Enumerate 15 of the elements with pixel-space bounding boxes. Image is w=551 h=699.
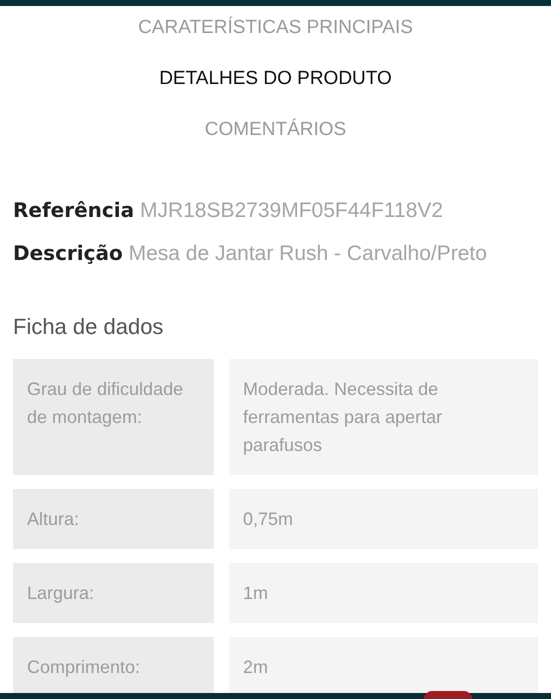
tab[interactable]: COMENTÁRIOS xyxy=(204,118,346,142)
table-cell: 0,75m xyxy=(229,489,538,549)
table-cell: 1m xyxy=(229,563,538,623)
floating-button[interactable] xyxy=(424,691,472,699)
table-cell: Largura: xyxy=(13,563,214,623)
field-label: Referência xyxy=(13,198,134,222)
tab[interactable]: DETALHES DO PRODUTO xyxy=(159,67,392,91)
field-value: MJR18SB2739MF05F44F118V2 xyxy=(140,199,444,222)
table-cell: Grau de dificuldade de montagem: xyxy=(13,359,214,475)
table-cell: Moderada. Necessita de ferramentas para apertar parafusos xyxy=(229,359,538,475)
tab[interactable]: CARATERÍSTICAS PRINCIPAIS xyxy=(138,16,413,40)
table-cell: Altura: xyxy=(13,489,214,549)
field-value: Mesa de Jantar Rush - Carvalho/Preto xyxy=(128,242,487,265)
field-label: Descrição xyxy=(13,241,123,265)
section-title: Ficha de dados xyxy=(12,313,164,341)
